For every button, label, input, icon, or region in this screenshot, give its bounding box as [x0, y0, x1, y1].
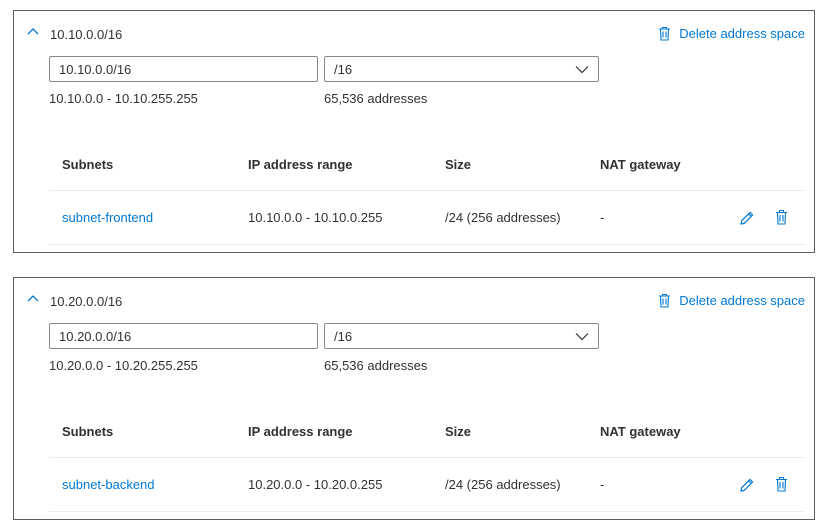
address-space-card: 10.10.0.0/16 Delete address space /16 10… [13, 10, 815, 253]
column-ip-range: IP address range [248, 157, 353, 172]
subnet-nat-gateway: - [600, 210, 605, 225]
subnets-table-header: Subnets IP address range Size NAT gatewa… [49, 144, 805, 191]
subnet-size: /24 (256 addresses) [445, 210, 561, 225]
column-subnets: Subnets [62, 157, 114, 172]
subnet-ip-range: 10.20.0.0 - 10.20.0.255 [248, 477, 383, 492]
address-range: 10.10.0.0 - 10.10.255.255 [49, 91, 198, 106]
address-space-input[interactable] [49, 56, 318, 82]
subnet-ip-range: 10.10.0.0 - 10.10.0.255 [248, 210, 383, 225]
prefix-value: /16 [334, 329, 353, 344]
address-space-input[interactable] [49, 323, 318, 349]
subnets-table-header: Subnets IP address range Size NAT gatewa… [49, 411, 805, 458]
address-range: 10.20.0.0 - 10.20.255.255 [49, 358, 198, 373]
column-ip-range: IP address range [248, 424, 353, 439]
address-count: 65,536 addresses [324, 91, 428, 106]
column-subnets: Subnets [62, 424, 114, 439]
chevron-up-icon[interactable] [26, 292, 40, 304]
column-size: Size [445, 157, 472, 172]
delete-address-space-label: Delete address space [679, 26, 805, 41]
delete-address-space-button[interactable]: Delete address space [658, 26, 805, 41]
delete-address-space-label: Delete address space [679, 293, 805, 308]
subnet-nat-gateway: - [600, 477, 605, 492]
trash-icon[interactable] [775, 209, 788, 225]
address-count: 65,536 addresses [324, 358, 428, 373]
trash-icon[interactable] [775, 476, 788, 492]
subnet-size: /24 (256 addresses) [445, 477, 561, 492]
address-space-card: 10.20.0.0/16 Delete address space /16 10… [13, 277, 815, 520]
subnet-name-link[interactable]: subnet-backend [62, 477, 155, 492]
column-size: Size [445, 424, 472, 439]
prefix-dropdown[interactable]: /16 [324, 323, 599, 349]
chevron-up-icon[interactable] [26, 25, 40, 37]
trash-icon [659, 26, 671, 41]
table-row: subnet-frontend 10.10.0.0 - 10.10.0.255 … [49, 191, 805, 245]
address-space-title: 10.10.0.0/16 [50, 27, 123, 42]
subnet-name-link[interactable]: subnet-frontend [62, 210, 153, 225]
delete-address-space-button[interactable]: Delete address space [658, 293, 805, 308]
address-space-title: 10.20.0.0/16 [50, 294, 123, 309]
prefix-value: /16 [334, 62, 353, 77]
column-nat-gateway: NAT gateway [600, 157, 681, 172]
table-row: subnet-backend 10.20.0.0 - 10.20.0.255 /… [49, 458, 805, 512]
prefix-dropdown[interactable]: /16 [324, 56, 599, 82]
chevron-down-icon [575, 333, 589, 341]
chevron-down-icon [575, 66, 589, 74]
pencil-icon[interactable] [739, 477, 755, 493]
column-nat-gateway: NAT gateway [600, 424, 681, 439]
trash-icon [659, 293, 671, 308]
pencil-icon[interactable] [739, 210, 755, 226]
